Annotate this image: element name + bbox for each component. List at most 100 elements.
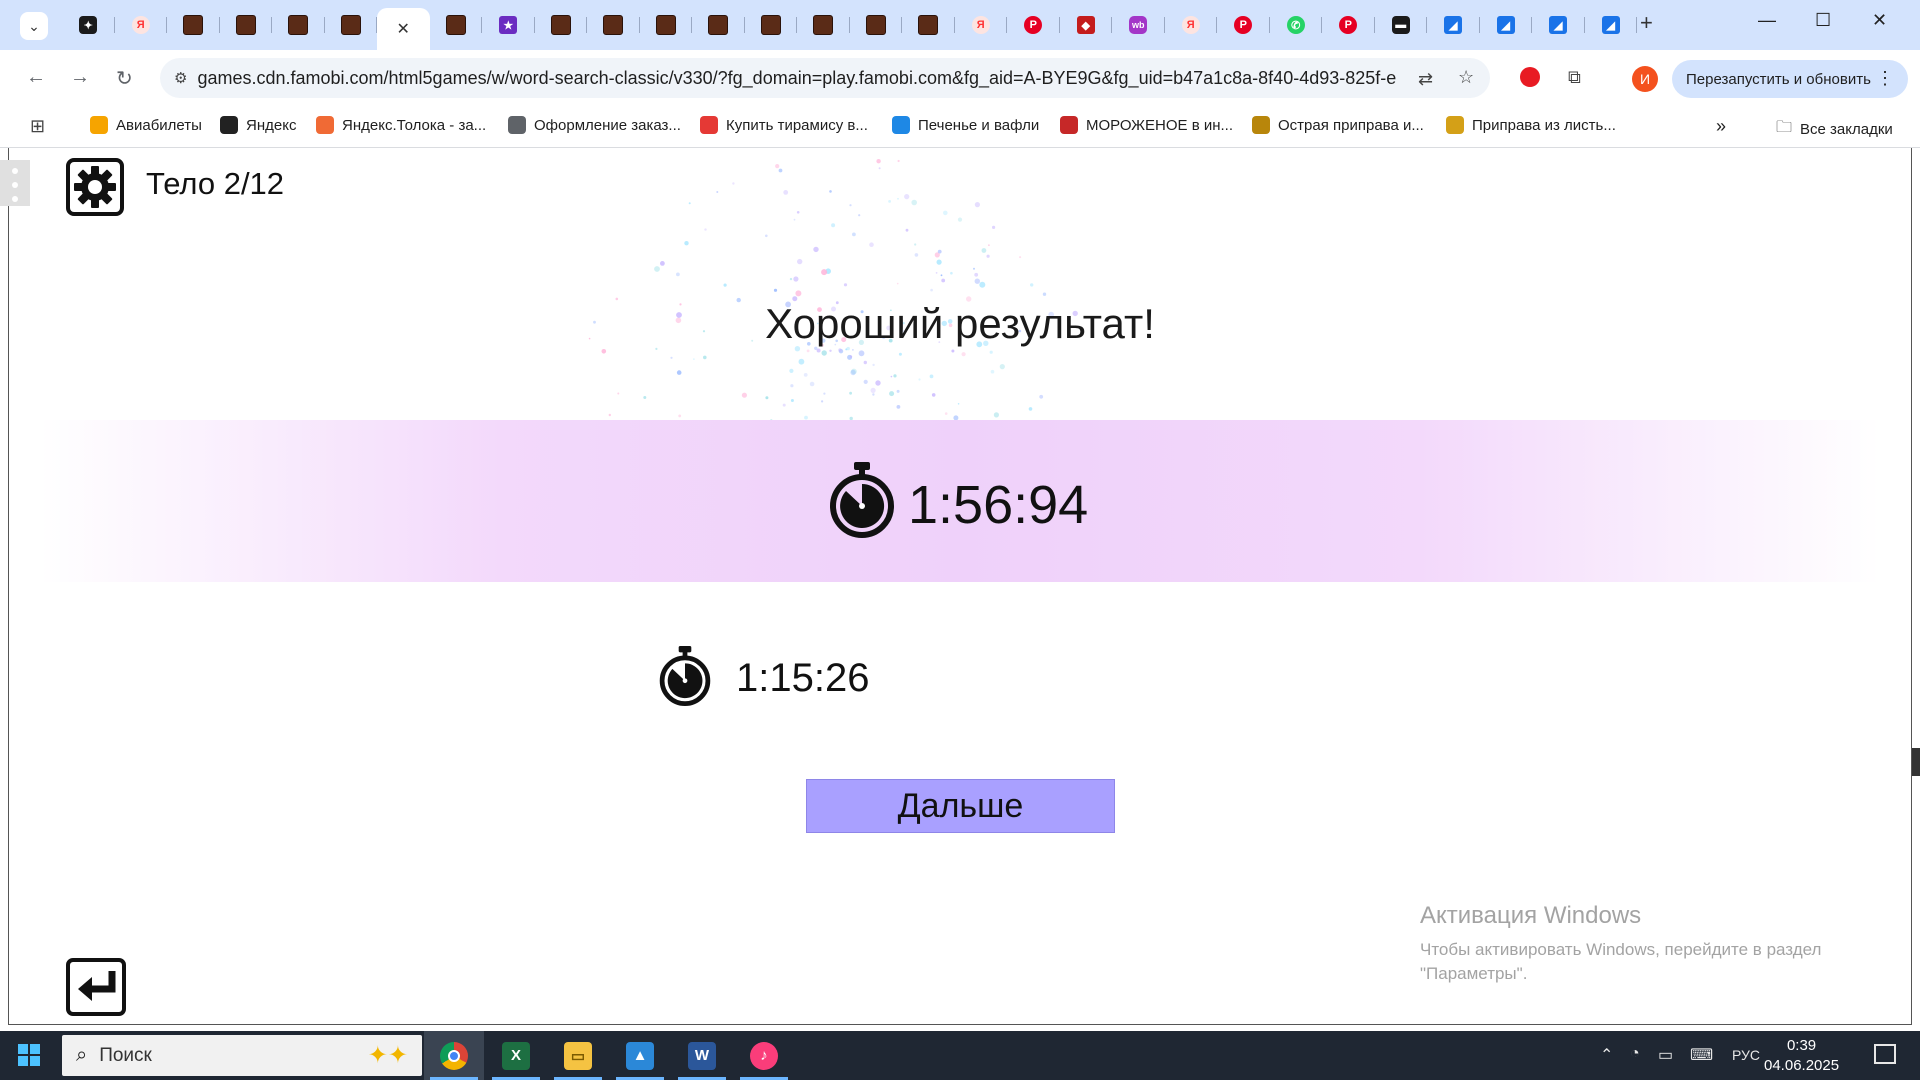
browser-tab[interactable]: ★ — [482, 8, 535, 42]
bookmark-label: Приправа из листь... — [1472, 116, 1616, 134]
arrow-left-icon: ← — [26, 66, 46, 88]
browser-tab[interactable] — [640, 8, 693, 42]
file-explorer-icon[interactable]: ▭ — [548, 1031, 608, 1080]
browser-tab[interactable] — [325, 8, 378, 42]
browser-tab[interactable]: P — [1217, 8, 1270, 42]
relaunch-update-button[interactable]: Перезапустить и обновить ⋮ — [1672, 60, 1908, 98]
new-tab-button[interactable]: + — [1640, 10, 1653, 36]
close-window-button[interactable]: ✕ — [1872, 10, 1887, 31]
browser-tab[interactable]: ◢ — [1532, 8, 1585, 42]
browser-tab[interactable]: ✦ — [62, 8, 115, 42]
bookmark-item[interactable]: Печенье и вафли — [892, 116, 1039, 134]
browser-tab[interactable]: ◆ — [1060, 8, 1113, 42]
tray-chevron-up-icon[interactable]: ⌃ — [1600, 1045, 1613, 1065]
bookmark-favicon-icon — [700, 116, 718, 134]
whatsapp-icon: ✆ — [1286, 16, 1305, 34]
opera-extension-icon[interactable] — [1520, 67, 1540, 92]
itunes-icon[interactable]: ♪ — [734, 1031, 794, 1080]
battery-icon[interactable]: ▭ — [1658, 1045, 1673, 1065]
browser-tab[interactable]: ✕ — [377, 8, 430, 50]
browser-tab[interactable]: ◢ — [1585, 8, 1638, 42]
browser-tab[interactable] — [692, 8, 745, 42]
more-menu-icon[interactable]: ⋮ — [1876, 68, 1894, 89]
blue-app-icon: ◢ — [1496, 16, 1515, 34]
browser-tab[interactable] — [587, 8, 640, 42]
game-thumb-icon — [603, 15, 624, 35]
browser-tab[interactable]: Я — [1165, 8, 1218, 42]
forward-button[interactable]: → — [70, 66, 90, 89]
browser-tab[interactable]: ◢ — [1480, 8, 1533, 42]
bookmark-item[interactable]: Оформление заказ... — [508, 116, 681, 134]
all-bookmarks-button[interactable]: 🗀 Все закладки — [1776, 116, 1893, 143]
stopwatch-icon — [830, 462, 894, 538]
bookmark-item[interactable]: Острая приправа и... — [1252, 116, 1424, 134]
browser-tab[interactable]: ▬ — [1375, 8, 1428, 42]
reload-button[interactable]: ↻ — [116, 66, 133, 91]
copilot-sparkle-icon[interactable]: ✦✦ — [368, 1041, 408, 1070]
profile-avatar[interactable]: И — [1632, 66, 1658, 92]
browser-tab[interactable] — [902, 8, 955, 42]
network-icon[interactable]: ◔ — [1630, 1045, 1640, 1063]
game-thumb-icon — [655, 15, 676, 35]
browser-tab[interactable]: Я — [115, 8, 168, 42]
back-to-menu-button[interactable] — [66, 958, 126, 1016]
maximize-button[interactable]: ☐ — [1815, 10, 1831, 31]
arrow-right-icon: → — [70, 66, 90, 88]
extensions-icon[interactable]: ⧉ — [1568, 67, 1581, 88]
side-menu-handle[interactable] — [0, 160, 30, 206]
game-thumb-icon — [235, 15, 256, 35]
url-text[interactable]: games.cdn.famobi.com/html5games/w/word-s… — [197, 68, 1397, 89]
browser-tab[interactable]: Я — [955, 8, 1008, 42]
back-button[interactable]: ← — [26, 66, 46, 89]
chevron-down-icon: ⌄ — [28, 17, 40, 34]
bookmarks-bar: ⊞ Авиабилеты Яндекс Яндекс.Толока - за... О… — [0, 106, 1920, 148]
activation-title: Активация Windows — [1420, 902, 1642, 929]
windows-taskbar: ⌕ Поиск ✦✦ X ▭ ▲ W ♪ ⌃ ◔ ▭ ⌨ РУС 0:39 04… — [0, 1031, 1920, 1080]
settings-button[interactable] — [66, 158, 124, 216]
wildberries-icon: wb — [1129, 16, 1148, 34]
keyboard-icon[interactable]: ⌨ — [1690, 1045, 1713, 1065]
browser-tab[interactable]: wb — [1112, 8, 1165, 42]
bookmark-item[interactable]: Купить тирамису в... — [700, 116, 868, 134]
bookmarks-overflow-button[interactable]: » — [1716, 116, 1726, 137]
star-icon[interactable]: ☆ — [1458, 67, 1474, 88]
taskbar-clock[interactable]: 0:39 04.06.2025 — [1764, 1036, 1839, 1076]
chrome-icon[interactable] — [424, 1031, 484, 1080]
taskbar-search[interactable]: ⌕ Поиск ✦✦ — [62, 1035, 422, 1076]
browser-tab[interactable]: P — [1007, 8, 1060, 42]
bookmark-item[interactable]: Приправа из листь... — [1446, 116, 1616, 134]
scrollbar-thumb[interactable] — [1912, 748, 1920, 776]
browser-tab[interactable] — [745, 8, 798, 42]
browser-tab[interactable] — [535, 8, 588, 42]
next-button[interactable]: Дальше — [806, 779, 1115, 833]
browser-tab[interactable]: ◢ — [1427, 8, 1480, 42]
word-icon[interactable]: W — [672, 1031, 732, 1080]
close-icon[interactable]: ✕ — [397, 19, 410, 39]
tab-search-button[interactable]: ⌄ — [20, 12, 48, 40]
windows-start-icon[interactable] — [18, 1044, 40, 1066]
bookmark-item[interactable]: Яндекс — [220, 116, 296, 134]
bookmark-item[interactable]: Яндекс.Толока - за... — [316, 116, 486, 134]
photos-icon[interactable]: ▲ — [610, 1031, 670, 1080]
browser-tab[interactable] — [272, 8, 325, 42]
minimize-button[interactable]: — — [1758, 10, 1776, 31]
search-placeholder: Поиск — [99, 1044, 152, 1066]
browser-tab[interactable] — [850, 8, 903, 42]
bookmark-item[interactable]: Авиабилеты — [90, 116, 202, 134]
browser-tab[interactable] — [797, 8, 850, 42]
browser-tab[interactable] — [220, 8, 273, 42]
site-info-icon[interactable]: ⚙ — [174, 69, 187, 87]
browser-tab[interactable]: ✆ — [1270, 8, 1323, 42]
language-indicator[interactable]: РУС — [1732, 1047, 1760, 1063]
apps-grid-icon[interactable]: ⊞ — [30, 116, 45, 137]
browser-tab[interactable] — [430, 8, 483, 42]
address-bar[interactable]: ⚙ games.cdn.famobi.com/html5games/w/word… — [160, 58, 1490, 98]
reload-icon: ↻ — [116, 68, 133, 90]
browser-tab[interactable] — [167, 8, 220, 42]
bookmark-item[interactable]: МОРОЖЕНОЕ в ин... — [1060, 116, 1233, 134]
translate-icon[interactable]: ⇄ — [1418, 69, 1433, 90]
notifications-icon[interactable] — [1874, 1044, 1896, 1064]
excel-icon[interactable]: X — [486, 1031, 546, 1080]
browser-tab[interactable]: P — [1322, 8, 1375, 42]
bookmark-label: Яндекс.Толока - за... — [342, 116, 487, 134]
